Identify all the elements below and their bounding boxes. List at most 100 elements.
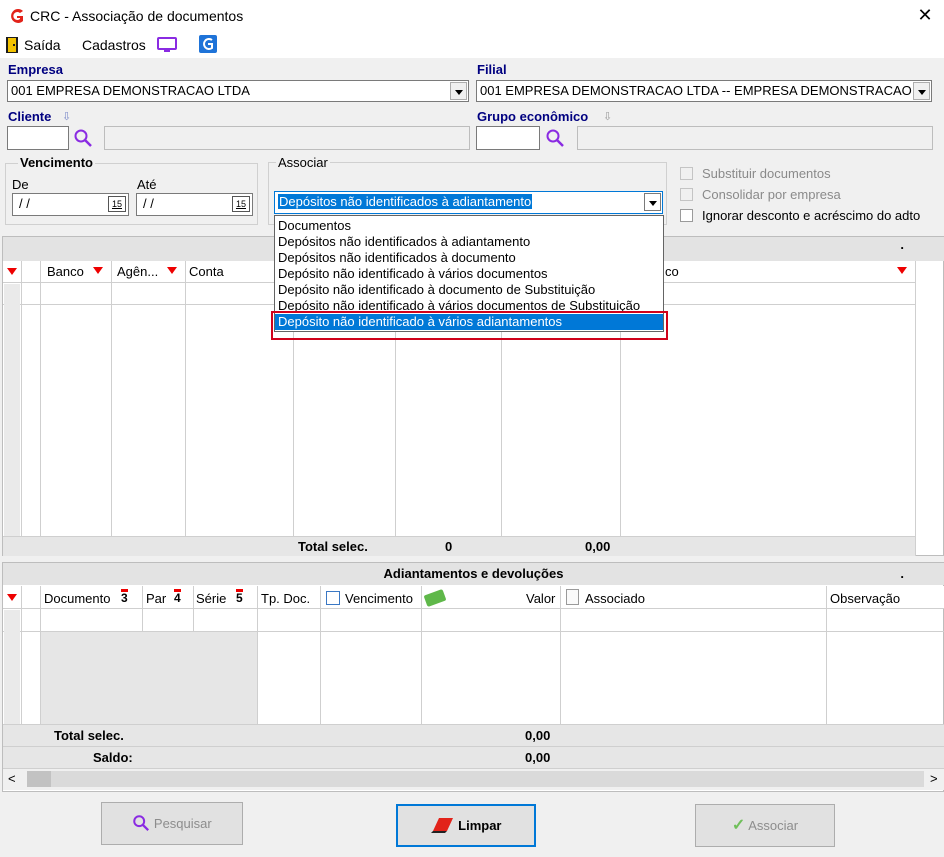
ignorar-checkbox[interactable] (680, 209, 693, 222)
document-column-icon (566, 589, 579, 605)
grid2-indicator-col (4, 610, 20, 724)
monitor-icon[interactable] (157, 37, 177, 53)
grid1-total-count: 0 (445, 539, 453, 554)
pesquisar-label: Pesquisar (153, 816, 212, 831)
filial-combo[interactable]: 001 EMPRESA DEMONSTRACAO LTDA -- EMPRESA… (476, 80, 932, 102)
grid2-total-row: Total selec. 0,00 (3, 724, 944, 746)
grid2-band-dot: . (900, 566, 904, 581)
associar-button-label: Associar (748, 818, 799, 833)
eraser-icon (430, 818, 453, 833)
grid1-total-value: 0,00 (585, 539, 611, 554)
grid2-hscrollbar[interactable]: < > (3, 768, 944, 790)
col-historico[interactable]: co (665, 264, 679, 279)
vencimento-ate-value: / / (143, 196, 154, 211)
grid1-band-dot: . (900, 237, 904, 252)
grupo-search-icon[interactable] (545, 128, 565, 148)
par-sort-icon: 4 (174, 589, 181, 605)
grid2-fixed-cols (41, 632, 257, 724)
title-bar: CRC - Associação de documentos ✕ (0, 0, 944, 32)
grid2-vline (560, 586, 561, 724)
consolidar-checkbox (680, 188, 693, 201)
calendar-de-icon[interactable]: 15 (108, 196, 126, 212)
grid2-vline (320, 586, 321, 724)
exit-door-icon (6, 37, 18, 53)
grupo-code-input[interactable] (476, 126, 540, 150)
vencimento-title: Vencimento (18, 155, 95, 170)
col-tpdoc[interactable]: Tp. Doc. (261, 591, 310, 606)
menu-cadastros[interactable]: Cadastros (82, 37, 146, 53)
empresa-dropdown-icon[interactable] (450, 82, 467, 100)
empresa-combo[interactable]: 001 EMPRESA DEMONSTRACAO LTDA (7, 80, 469, 102)
scroll-left-icon[interactable]: < (8, 771, 16, 786)
associar-option[interactable]: Depósito não identificado à documento de… (275, 282, 663, 298)
grid1-vline (21, 261, 22, 555)
grupo-label: Grupo econômico (477, 109, 589, 124)
substituir-checkbox (680, 167, 693, 180)
grid2-saldo-row: Saldo: 0,00 (3, 746, 944, 768)
grid2-filter-icon[interactable] (7, 594, 17, 601)
highlight-annotation-box (271, 311, 668, 340)
associar-option[interactable]: Depósito não identificado à vários docum… (275, 266, 663, 282)
filial-value: 001 EMPRESA DEMONSTRACAO LTDA -- EMPRESA… (480, 83, 912, 98)
col-par[interactable]: Par (146, 591, 166, 606)
banco-filter-icon[interactable] (93, 267, 103, 274)
grid1-indicator-col (4, 284, 20, 536)
grid2-vline (421, 586, 422, 724)
grid2-header (3, 586, 944, 609)
grid1-footer: Total selec. 0 0,00 (3, 536, 915, 556)
pesquisar-button: Pesquisar (101, 802, 243, 845)
cliente-search-icon[interactable] (73, 128, 93, 148)
limpar-label: Limpar (458, 818, 502, 833)
associar-option[interactable]: Depósitos não identificados à documento (275, 250, 663, 266)
col-documento[interactable]: Documento (44, 591, 110, 606)
grid2-total-label: Total selec. (54, 728, 124, 743)
col-vencimento[interactable]: Vencimento (345, 591, 413, 606)
col-agencia[interactable]: Agên... (117, 264, 158, 279)
associar-dropdown-icon[interactable] (644, 193, 661, 211)
col-banco[interactable]: Banco (47, 264, 84, 279)
menu-saida[interactable]: Saída (24, 37, 61, 53)
documento-sort-icon: 3 (121, 589, 128, 605)
cliente-lookup-arrow-icon: ⇩ (62, 111, 72, 123)
associar-combo[interactable]: Depósitos não identificados à adiantamen… (274, 191, 663, 214)
filial-label: Filial (477, 62, 507, 77)
vencimento-de-value: / / (19, 196, 30, 211)
col-associado[interactable]: Associado (585, 591, 645, 606)
menu-bar: Saída Cadastros (0, 32, 944, 58)
col-valor[interactable]: Valor (526, 591, 555, 606)
scroll-track[interactable] (27, 771, 924, 787)
grid1-filter-icon[interactable] (7, 268, 17, 275)
grid1-vline (915, 261, 916, 556)
filial-dropdown-icon[interactable] (913, 82, 930, 100)
col-conta[interactable]: Conta (189, 264, 224, 279)
search-icon (133, 815, 150, 831)
associar-option[interactable]: Depósitos não identificados à adiantamen… (275, 234, 663, 250)
ignorar-label: Ignorar desconto e acréscimo do adto (702, 208, 921, 223)
cliente-name-field (104, 126, 470, 150)
close-icon[interactable]: ✕ (914, 5, 936, 26)
grid1-total-label: Total selec. (298, 539, 368, 554)
historico-filter-icon[interactable] (897, 267, 907, 274)
agencia-filter-icon[interactable] (167, 267, 177, 274)
grid2-vline (826, 586, 827, 724)
associar-title: Associar (276, 155, 330, 170)
checkmark-icon: ✓ (731, 817, 746, 834)
scroll-right-icon[interactable]: > (930, 771, 938, 786)
empresa-label: Empresa (8, 62, 63, 77)
vencimento-ate-label: Até (137, 177, 157, 192)
grid2-band-title: Adiantamentos e devoluções (383, 566, 564, 581)
grupo-name-field (577, 126, 933, 150)
scroll-thumb[interactable] (27, 771, 51, 787)
app-g-icon[interactable] (199, 35, 217, 53)
calendar-ate-icon[interactable]: 15 (232, 196, 250, 212)
cliente-code-input[interactable] (7, 126, 69, 150)
col-serie[interactable]: Série (196, 591, 226, 606)
associar-option[interactable]: Documentos (275, 218, 663, 234)
grid1-vline (111, 261, 112, 536)
grupo-lookup-arrow-icon: ⇩ (603, 111, 613, 123)
associar-button: ✓ Associar (695, 804, 835, 847)
limpar-button[interactable]: Limpar (396, 804, 536, 847)
col-observacao[interactable]: Observação (830, 591, 900, 606)
cliente-label: Cliente (8, 109, 52, 124)
grid1-vline (185, 261, 186, 536)
